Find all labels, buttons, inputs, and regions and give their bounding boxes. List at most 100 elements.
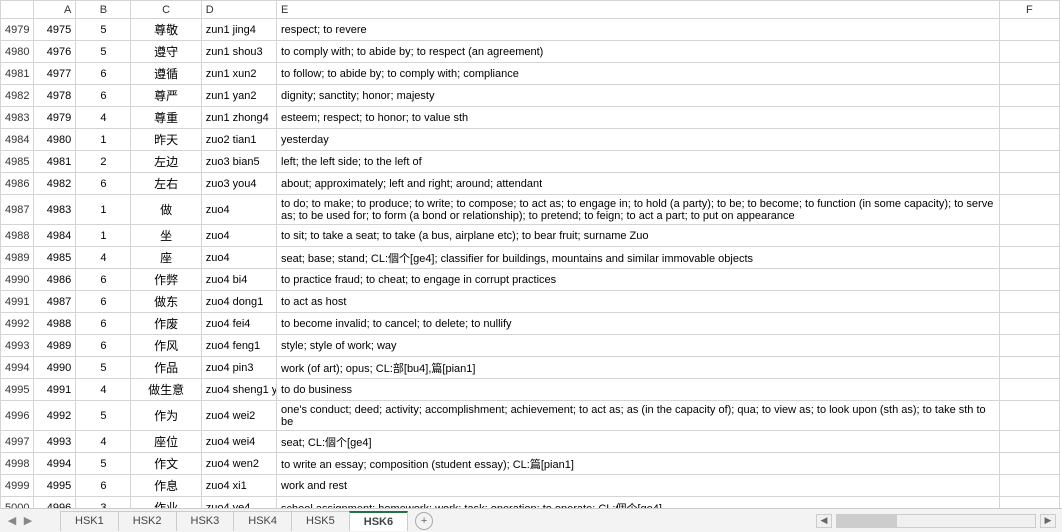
row-header[interactable]: 4989: [1, 247, 34, 269]
cell[interactable]: 5: [76, 401, 131, 431]
worksheet-grid[interactable]: A B C D E F 497949755尊敬zun1 jing4respect…: [0, 0, 1062, 508]
cell[interactable]: [999, 453, 1059, 475]
cell[interactable]: 坐: [131, 225, 201, 247]
cell[interactable]: one's conduct; deed; activity; accomplis…: [277, 401, 1000, 431]
row-header[interactable]: 4979: [1, 19, 34, 41]
cell[interactable]: zuo4 fei4: [201, 313, 276, 335]
cell[interactable]: [999, 291, 1059, 313]
cell[interactable]: 4991: [34, 379, 76, 401]
cell[interactable]: 座: [131, 247, 201, 269]
cell[interactable]: zuo2 tian1: [201, 129, 276, 151]
row-header[interactable]: 4982: [1, 85, 34, 107]
sheet-tab-hsk2[interactable]: HSK2: [118, 511, 177, 531]
cell[interactable]: to do; to make; to produce; to write; to…: [277, 195, 1000, 225]
cell[interactable]: 4: [76, 247, 131, 269]
row-header[interactable]: 5000: [1, 497, 34, 509]
cell[interactable]: 5: [76, 41, 131, 63]
cell[interactable]: to practice fraud; to cheat; to engage i…: [277, 269, 1000, 291]
cell[interactable]: 作业: [131, 497, 201, 509]
cell[interactable]: zuo4 wen2: [201, 453, 276, 475]
cell[interactable]: to act as host: [277, 291, 1000, 313]
cell[interactable]: 6: [76, 63, 131, 85]
hscroll-track[interactable]: [836, 514, 1036, 528]
tab-nav-next[interactable]: ▶: [20, 512, 36, 530]
cell[interactable]: to write an essay; composition (student …: [277, 453, 1000, 475]
cell[interactable]: [999, 195, 1059, 225]
col-header-B[interactable]: B: [76, 1, 131, 19]
cell[interactable]: [999, 173, 1059, 195]
cell[interactable]: 5: [76, 19, 131, 41]
row-header[interactable]: 4999: [1, 475, 34, 497]
cell[interactable]: style; style of work; way: [277, 335, 1000, 357]
cell[interactable]: 4976: [34, 41, 76, 63]
row-header[interactable]: 4995: [1, 379, 34, 401]
cell[interactable]: 座位: [131, 431, 201, 453]
cell[interactable]: 作弊: [131, 269, 201, 291]
cell[interactable]: 4986: [34, 269, 76, 291]
cell[interactable]: [999, 151, 1059, 173]
cell[interactable]: [999, 431, 1059, 453]
cell[interactable]: 2: [76, 151, 131, 173]
cell[interactable]: 4982: [34, 173, 76, 195]
col-header-A[interactable]: A: [34, 1, 76, 19]
cell[interactable]: zuo3 bian5: [201, 151, 276, 173]
col-header-D[interactable]: D: [201, 1, 276, 19]
cell[interactable]: 5: [76, 357, 131, 379]
hscroll-thumb[interactable]: [837, 515, 897, 527]
cell[interactable]: [999, 379, 1059, 401]
cell[interactable]: zuo3 you4: [201, 173, 276, 195]
row-header[interactable]: 4994: [1, 357, 34, 379]
cell[interactable]: zuo4 bi4: [201, 269, 276, 291]
cell[interactable]: 1: [76, 129, 131, 151]
cell[interactable]: 左边: [131, 151, 201, 173]
row-header[interactable]: 4991: [1, 291, 34, 313]
cell[interactable]: 4: [76, 107, 131, 129]
cell[interactable]: left; the left side; to the left of: [277, 151, 1000, 173]
cell[interactable]: [999, 63, 1059, 85]
cell[interactable]: seat; CL:個个[ge4]: [277, 431, 1000, 453]
cell[interactable]: 作风: [131, 335, 201, 357]
sheet-tab-hsk4[interactable]: HSK4: [233, 511, 292, 531]
cell[interactable]: zuo4 xi1: [201, 475, 276, 497]
row-header[interactable]: 4997: [1, 431, 34, 453]
cell[interactable]: 4985: [34, 247, 76, 269]
scroll-left-button[interactable]: ◀: [816, 514, 832, 528]
cell[interactable]: 4: [76, 379, 131, 401]
cell[interactable]: zuo4 dong1: [201, 291, 276, 313]
cell[interactable]: 4993: [34, 431, 76, 453]
cell[interactable]: [999, 401, 1059, 431]
cell[interactable]: 6: [76, 313, 131, 335]
cell[interactable]: 4987: [34, 291, 76, 313]
cell[interactable]: 遵守: [131, 41, 201, 63]
cell[interactable]: zuo4: [201, 247, 276, 269]
tab-nav-prev[interactable]: ◀: [4, 512, 20, 530]
cell[interactable]: 6: [76, 173, 131, 195]
row-header[interactable]: 4987: [1, 195, 34, 225]
cell[interactable]: about; approximately; left and right; ar…: [277, 173, 1000, 195]
cell[interactable]: zuo4 feng1: [201, 335, 276, 357]
cell[interactable]: [999, 335, 1059, 357]
cell[interactable]: zuo4 wei2: [201, 401, 276, 431]
row-header[interactable]: 4984: [1, 129, 34, 151]
cell[interactable]: to do business: [277, 379, 1000, 401]
cell[interactable]: zun1 shou3: [201, 41, 276, 63]
cell[interactable]: 1: [76, 195, 131, 225]
cell[interactable]: [999, 225, 1059, 247]
cell[interactable]: 4: [76, 431, 131, 453]
cell[interactable]: 作文: [131, 453, 201, 475]
cell[interactable]: 4975: [34, 19, 76, 41]
cell[interactable]: [999, 357, 1059, 379]
cell[interactable]: zun1 zhong4: [201, 107, 276, 129]
row-header[interactable]: 4996: [1, 401, 34, 431]
cell[interactable]: to become invalid; to cancel; to delete;…: [277, 313, 1000, 335]
row-header[interactable]: 4988: [1, 225, 34, 247]
cell[interactable]: 4994: [34, 453, 76, 475]
cell[interactable]: 遵循: [131, 63, 201, 85]
cell[interactable]: work (of art); opus; CL:部[bu4],篇[pian1]: [277, 357, 1000, 379]
cell[interactable]: 4995: [34, 475, 76, 497]
cell[interactable]: zuo4: [201, 195, 276, 225]
cell[interactable]: [999, 129, 1059, 151]
cell[interactable]: 4988: [34, 313, 76, 335]
cell[interactable]: 4984: [34, 225, 76, 247]
cell[interactable]: to follow; to abide by; to comply with; …: [277, 63, 1000, 85]
